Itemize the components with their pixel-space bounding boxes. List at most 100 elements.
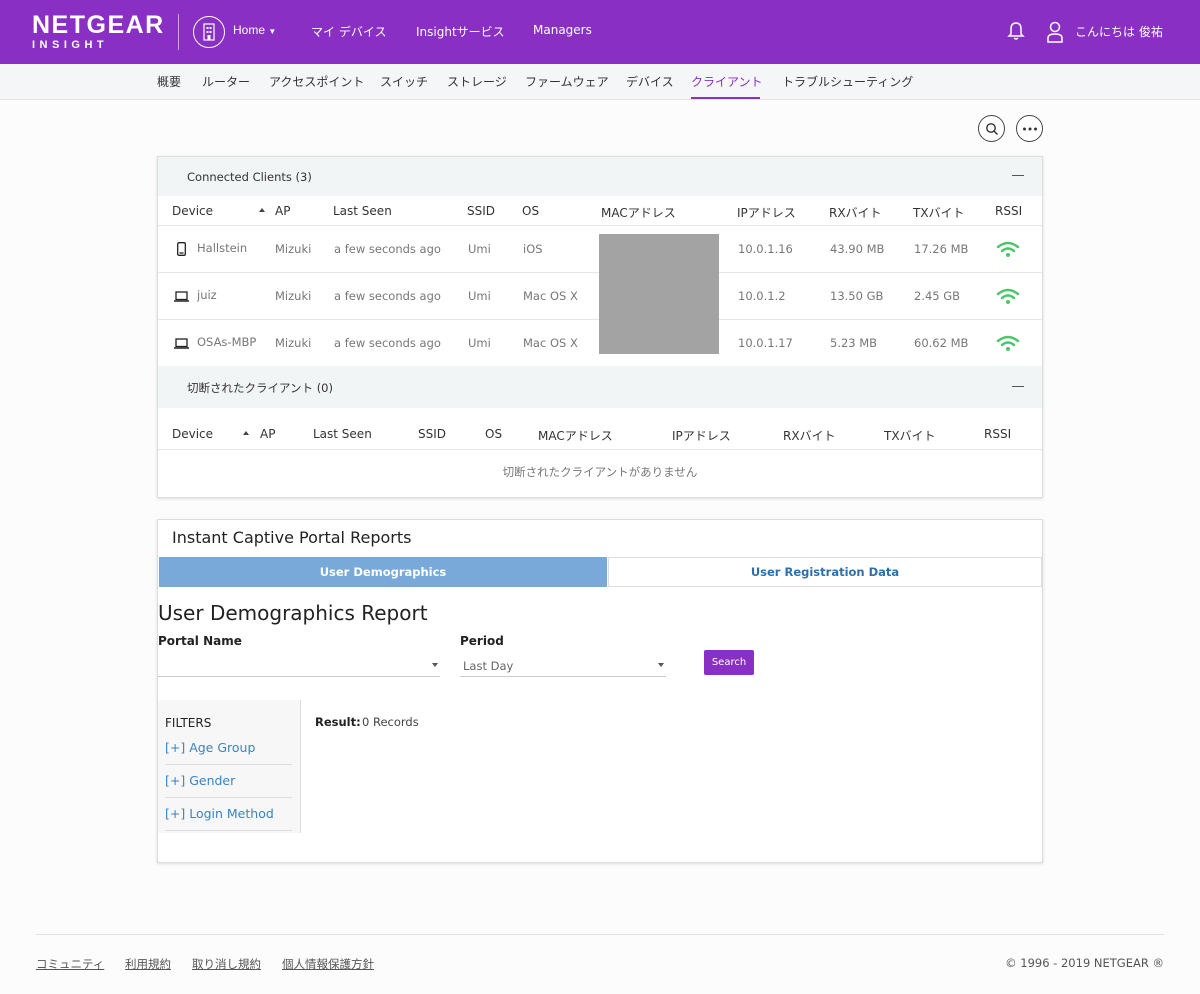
logo-subtext: INSIGHT xyxy=(32,39,109,51)
filter-age-group[interactable]: [+] Age Group xyxy=(165,740,255,755)
subnav-access-point[interactable]: アクセスポイント xyxy=(269,73,364,90)
col-os[interactable]: OS xyxy=(522,204,539,218)
sort-asc-icon[interactable] xyxy=(243,431,249,435)
row-divider xyxy=(158,225,1042,226)
portal-name-select[interactable] xyxy=(158,655,440,677)
client-ip: 10.0.1.2 xyxy=(738,289,786,303)
row-divider xyxy=(719,319,1042,320)
period-label: Period xyxy=(460,634,504,648)
filters-title: FILTERS xyxy=(165,716,212,730)
disconnected-clients-title: 切断されたクライアント (0) xyxy=(187,381,333,395)
client-last-seen: a few seconds ago xyxy=(334,336,441,350)
more-options-button[interactable] xyxy=(1016,115,1043,142)
captive-portal-title: Instant Captive Portal Reports xyxy=(172,528,412,547)
home-location-dropdown[interactable]: Home ▼ xyxy=(233,23,276,37)
user-greeting[interactable]: こんにちは 俊祐 xyxy=(1075,23,1163,40)
client-device-name[interactable]: juiz xyxy=(197,288,217,302)
col-last-seen[interactable]: Last Seen xyxy=(333,204,392,218)
subnav-overview[interactable]: 概要 xyxy=(157,73,181,90)
period-value: Last Day xyxy=(463,659,514,673)
footer-link-terms[interactable]: 利用規約 xyxy=(125,956,171,972)
bell-icon[interactable] xyxy=(1007,21,1025,45)
subnav-storage[interactable]: ストレージ xyxy=(447,73,507,90)
result-value: 0 Records xyxy=(362,715,419,729)
subnav-switch[interactable]: スイッチ xyxy=(380,73,428,90)
phone-icon xyxy=(177,242,186,256)
subnav-clients[interactable]: クライアント xyxy=(691,73,763,90)
nav-insight-services[interactable]: Insightサービス xyxy=(416,23,505,40)
wifi-signal-icon xyxy=(996,241,1020,257)
client-os: Mac OS X xyxy=(523,336,578,350)
col-mac[interactable]: MACアドレス xyxy=(601,204,676,221)
col-ap[interactable]: AP xyxy=(260,427,275,441)
result-label: Result: xyxy=(315,715,361,729)
disconnected-clients-header: 切断されたクライアント (0) xyxy=(158,366,1042,408)
col-last-seen[interactable]: Last Seen xyxy=(313,427,372,441)
footer-link-cancellation[interactable]: 取り消し規約 xyxy=(192,956,261,972)
tab-user-demographics[interactable]: User Demographics xyxy=(159,557,607,587)
subnav-troubleshooting[interactable]: トラブルシューティング xyxy=(782,73,913,90)
building-icon[interactable] xyxy=(193,16,225,48)
client-ap: Mizuki xyxy=(275,336,312,350)
row-divider xyxy=(158,272,599,273)
col-ip[interactable]: IPアドレス xyxy=(737,204,796,221)
copyright-text: © 1996 - 2019 NETGEAR ® xyxy=(1005,956,1164,970)
col-rssi[interactable]: RSSI xyxy=(984,427,1011,441)
user-icon[interactable] xyxy=(1046,21,1064,47)
collapse-connected-button[interactable] xyxy=(1012,175,1024,176)
client-ip: 10.0.1.16 xyxy=(738,242,793,256)
tab-user-registration-data[interactable]: User Registration Data xyxy=(608,557,1042,587)
caret-down-icon xyxy=(432,663,438,667)
client-rx: 43.90 MB xyxy=(830,242,885,256)
logo-text: NETGEAR xyxy=(32,11,165,39)
report-title: User Demographics Report xyxy=(158,601,428,625)
col-tx[interactable]: TXバイト xyxy=(913,204,965,221)
client-tx: 17.26 MB xyxy=(914,242,969,256)
col-ssid[interactable]: SSID xyxy=(467,204,495,218)
subnav-devices[interactable]: デバイス xyxy=(626,73,674,90)
nav-my-devices[interactable]: マイ デバイス xyxy=(311,23,386,40)
client-rx: 13.50 GB xyxy=(830,289,884,303)
netgear-insight-logo[interactable]: NETGEAR INSIGHT xyxy=(32,13,165,52)
col-ip[interactable]: IPアドレス xyxy=(672,427,731,444)
client-ap: Mizuki xyxy=(275,289,312,303)
footer-link-privacy[interactable]: 個人情報保護方針 xyxy=(282,956,374,972)
col-os[interactable]: OS xyxy=(485,427,502,441)
laptop-icon xyxy=(174,338,189,349)
col-device[interactable]: Device xyxy=(172,427,213,441)
client-ap: Mizuki xyxy=(275,242,312,256)
footer-link-community[interactable]: コミュニティ xyxy=(36,956,104,972)
more-horizontal-icon xyxy=(1022,127,1037,130)
connected-clients-title: Connected Clients (3) xyxy=(187,170,312,184)
subnav-router[interactable]: ルーター xyxy=(202,73,250,90)
row-divider xyxy=(158,319,599,320)
client-last-seen: a few seconds ago xyxy=(334,242,441,256)
client-device-name[interactable]: Hallstein xyxy=(197,241,247,255)
filter-gender[interactable]: [+] Gender xyxy=(165,773,235,788)
col-ap[interactable]: AP xyxy=(275,204,290,218)
report-search-button[interactable]: Search xyxy=(704,650,754,675)
col-mac[interactable]: MACアドレス xyxy=(538,427,613,444)
filter-divider xyxy=(165,830,292,831)
col-device[interactable]: Device xyxy=(172,204,213,218)
clients-panel: Connected Clients (3) Device AP Last See… xyxy=(157,156,1043,498)
sort-asc-icon[interactable] xyxy=(259,208,265,212)
subnav-firmware[interactable]: ファームウェア xyxy=(525,73,609,90)
wifi-signal-icon xyxy=(996,335,1020,351)
redacted-mac-addresses xyxy=(599,234,719,354)
client-ssid: Umi xyxy=(468,242,491,256)
filter-login-method[interactable]: [+] Login Method xyxy=(165,806,274,821)
col-rssi[interactable]: RSSI xyxy=(995,204,1022,218)
collapse-disconnected-button[interactable] xyxy=(1012,386,1024,387)
col-rx[interactable]: RXバイト xyxy=(783,427,836,444)
filter-divider xyxy=(165,797,292,798)
col-rx[interactable]: RXバイト xyxy=(829,204,882,221)
search-button[interactable] xyxy=(978,115,1005,142)
col-ssid[interactable]: SSID xyxy=(418,427,446,441)
nav-managers[interactable]: Managers xyxy=(533,23,592,37)
filters-sidebar: FILTERS [+] Age Group [+] Gender [+] Log… xyxy=(158,700,301,833)
row-divider xyxy=(719,272,1042,273)
col-tx[interactable]: TXバイト xyxy=(884,427,936,444)
period-select[interactable]: Last Day xyxy=(460,655,666,677)
client-device-name[interactable]: OSAs-MBP xyxy=(197,335,256,349)
